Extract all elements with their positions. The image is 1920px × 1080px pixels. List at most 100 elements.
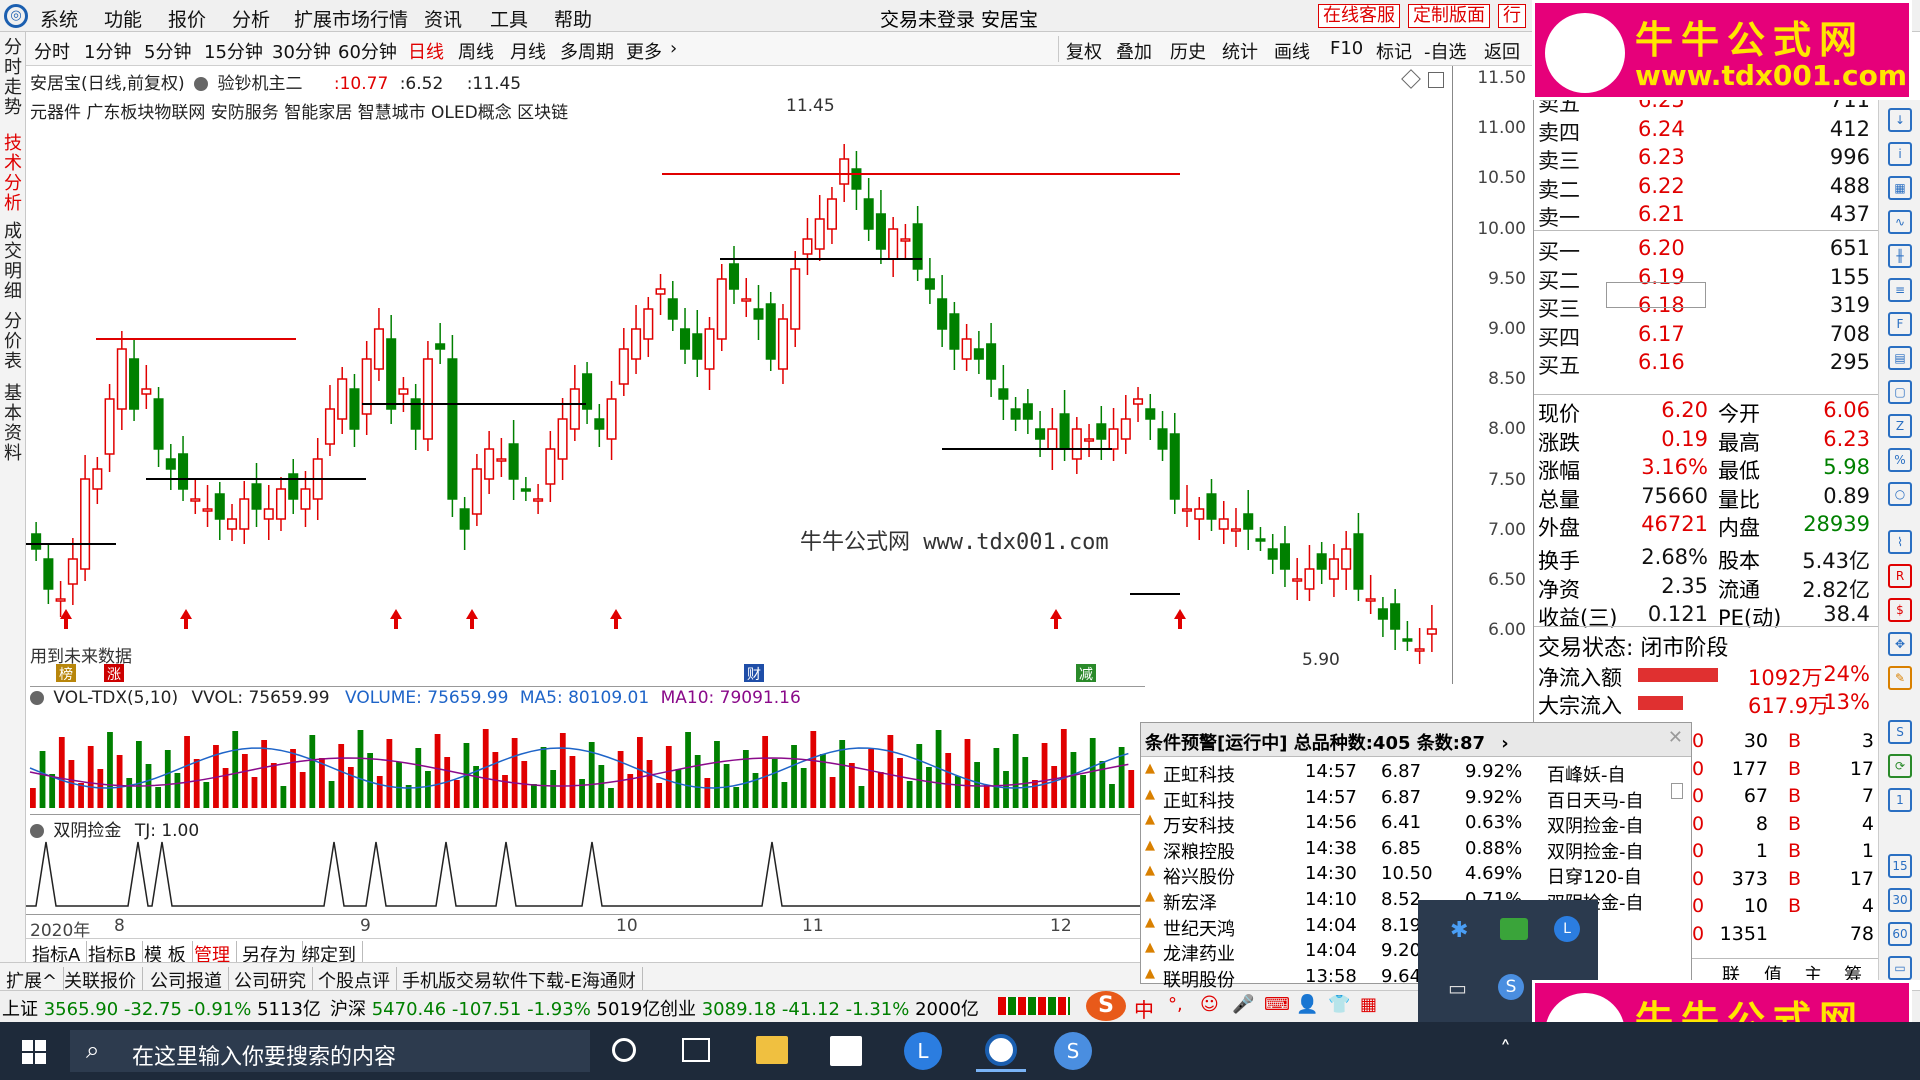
trend-icon[interactable]: ⌇ [1888, 530, 1912, 554]
online-service-button[interactable]: 在线客服 [1318, 4, 1400, 28]
btn-adjust[interactable]: 复权 [1066, 38, 1102, 64]
alert-row[interactable]: ▲ 裕兴股份 14:30 10.50 4.69% 日穿120-自 [1145, 863, 1685, 889]
display-icon[interactable]: ▭ [1448, 976, 1467, 1000]
period-15min[interactable]: 15分钟 [204, 38, 263, 64]
period-weekly[interactable]: 周线 [458, 38, 494, 64]
menu-analysis[interactable]: 分析 [232, 5, 270, 32]
custom-layout-button[interactable]: 定制版面 [1408, 4, 1490, 28]
btn-overlay[interactable]: 叠加 [1116, 38, 1152, 64]
period-30-icon[interactable]: 30 [1888, 888, 1912, 912]
bluetooth-icon[interactable]: ✱ [1450, 918, 1468, 943]
period-monthly[interactable]: 月线 [510, 38, 546, 64]
marker-zhang[interactable]: 涨 [104, 664, 124, 683]
price-chart-area[interactable]: 安居宝(日线,前复权) 验钞机主二 :10.77 :6.52 :11.45 元器… [26, 66, 1450, 684]
arrow-down-icon[interactable]: ↓ [1888, 108, 1912, 132]
tray-expand-icon[interactable]: ˄ [1500, 1038, 1511, 1063]
btn-history[interactable]: 历史 [1170, 38, 1206, 64]
percent-icon[interactable]: % [1888, 448, 1912, 472]
l-app-icon[interactable]: L [1554, 916, 1580, 942]
sogou-taskbar-icon[interactable]: S [1054, 1032, 1092, 1070]
alert-row[interactable]: ▲世纪天鸿14:048.19金-自 [1145, 915, 1685, 941]
btn-mark[interactable]: 标记 [1376, 38, 1412, 64]
btn-back[interactable]: 返回 [1484, 38, 1520, 64]
list-icon[interactable]: ≡ [1888, 278, 1912, 302]
ask-row[interactable]: 卖一 6.21 437 [1538, 202, 1874, 230]
input-mode-zh[interactable]: 中 [1134, 994, 1154, 1023]
l-app-taskbar-icon[interactable]: L [904, 1032, 942, 1070]
period-multi[interactable]: 多周期 [560, 38, 614, 64]
sogou-input-icon[interactable]: S [1086, 991, 1126, 1021]
period-30min[interactable]: 30分钟 [272, 38, 331, 64]
move-icon[interactable]: ✥ [1888, 632, 1912, 656]
tj-indicator-panel[interactable]: 双阴捡金 TJ: 1.00 [26, 814, 1145, 914]
ask-row[interactable]: 卖二 6.22 488 [1538, 174, 1874, 202]
skin-icon[interactable]: 👕 [1328, 994, 1350, 1015]
alert-row[interactable]: ▲ 正虹科技 14:57 6.87 9.92% 百峰妖-自 [1145, 761, 1685, 787]
menu-system[interactable]: 系统 [40, 5, 78, 32]
bid-row[interactable]: 买三 6.18 319 [1538, 293, 1874, 321]
alert-row[interactable]: ▲ 万安科技 14:56 6.41 0.63% 双阴捡金-自 [1145, 812, 1685, 838]
period-1min[interactable]: 1分钟 [84, 38, 131, 64]
ask-row[interactable]: 卖三 6.23 996 [1538, 145, 1874, 173]
btn-f10[interactable]: F10 [1330, 38, 1363, 59]
bid-row[interactable]: 买二 6.19 155 [1538, 265, 1874, 293]
store-icon[interactable] [830, 1036, 862, 1066]
trade-button[interactable]: 行 [1498, 4, 1526, 28]
marker-bang[interactable]: 榜 [56, 664, 76, 683]
keyboard-icon[interactable]: ⌨ [1264, 994, 1290, 1015]
ask-row[interactable]: 卖四 6.24 412 [1538, 117, 1874, 145]
period-15-icon[interactable]: 15 [1888, 854, 1912, 878]
emoji-icon[interactable]: ☺ [1200, 994, 1219, 1015]
period-daily[interactable]: 日线 [408, 38, 444, 64]
chevron-right-icon[interactable]: › [670, 38, 677, 59]
nvidia-icon[interactable] [1500, 918, 1528, 940]
index-cy[interactable]: 创业 3089.18 -41.12 -1.31% 2000亿 [660, 995, 979, 1021]
period-60-icon[interactable]: 60 [1888, 922, 1912, 946]
period-1-icon[interactable]: 1 [1888, 788, 1912, 812]
menu-ext-market[interactable]: 扩展市场行情 [294, 5, 408, 32]
tdx-app-taskbar-icon[interactable] [976, 1030, 1026, 1072]
menu-help[interactable]: 帮助 [554, 5, 592, 32]
alert-expand-icon[interactable]: › [1501, 733, 1508, 754]
user-icon[interactable]: 👤 [1296, 994, 1318, 1015]
marker-jian[interactable]: 减 [1076, 664, 1096, 683]
fs-icon[interactable]: S [1888, 720, 1912, 744]
mic-icon[interactable]: 🎤 [1232, 994, 1254, 1015]
cortana-icon[interactable] [612, 1038, 636, 1062]
volume-dropdown-icon[interactable] [30, 691, 44, 705]
report-icon[interactable]: ▤ [1888, 346, 1912, 370]
info-icon[interactable]: i [1888, 142, 1912, 166]
taskbar-search-box[interactable]: ⌕ 在这里输入你要搜索的内容 [70, 1030, 590, 1072]
document-icon[interactable]: ▢ [1888, 380, 1912, 404]
sogou-tray-icon[interactable]: S [1498, 974, 1524, 1000]
btn-draw[interactable]: 画线 [1274, 38, 1310, 64]
index-hs[interactable]: 沪深 5470.46 -107.51 -1.93% 5019亿 [330, 995, 660, 1021]
alert-row[interactable]: ▲新宏泽14:108.520.71%双阴捡金-自 [1145, 889, 1685, 915]
index-sh[interactable]: 上证 3565.90 -32.75 -0.91% 5113亿 [2, 995, 321, 1021]
condition-alert-panel[interactable]: 条件预警[运行中] 总品种数:405 条数:87 › ✕ ▲ 正虹科技 14:57 6… [1140, 722, 1692, 991]
menu-quote[interactable]: 报价 [168, 5, 206, 32]
alert-row[interactable]: ▲龙津药业14:049.200-自 [1145, 940, 1685, 966]
rsi-icon[interactable]: R [1888, 564, 1912, 588]
close-icon[interactable]: ✕ [1668, 727, 1683, 748]
bid-row[interactable]: 买一 6.20 651 [1538, 236, 1874, 264]
circle-icon[interactable]: ○ [1888, 482, 1912, 506]
alert-row[interactable]: ▲ 正虹科技 14:57 6.87 9.92% 百日天马-自 [1145, 787, 1685, 813]
menu-info[interactable]: 资讯 [424, 5, 462, 32]
fio-icon[interactable]: F [1888, 312, 1912, 336]
task-view-icon[interactable] [682, 1038, 710, 1062]
toolbox-icon[interactable]: ▦ [1360, 994, 1377, 1015]
btn-stats[interactable]: 统计 [1222, 38, 1258, 64]
alert-scrollbar[interactable] [1671, 783, 1683, 799]
app-logo-icon[interactable]: ◎ [4, 4, 28, 28]
period-more[interactable]: 更多 [626, 38, 662, 64]
volume-panel[interactable]: VOL-TDX(5,10) VVOL: 75659.99 VOLUME: 756… [26, 686, 1145, 814]
period-5min[interactable]: 5分钟 [144, 38, 191, 64]
tab-timeshare[interactable]: 分时走势 [3, 38, 23, 118]
fiz-icon[interactable]: Z [1888, 414, 1912, 438]
calendar-icon[interactable]: ▭ [1888, 956, 1912, 980]
tab-basic-info[interactable]: 基本资料 [3, 384, 23, 464]
bid-row[interactable]: 买四 6.17 708 [1538, 322, 1874, 350]
alert-row[interactable]: ▲ 深粮控股 14:38 6.85 0.88% 双阴捡金-自 [1145, 838, 1685, 864]
btn-self-select[interactable]: -自选 [1424, 38, 1467, 64]
